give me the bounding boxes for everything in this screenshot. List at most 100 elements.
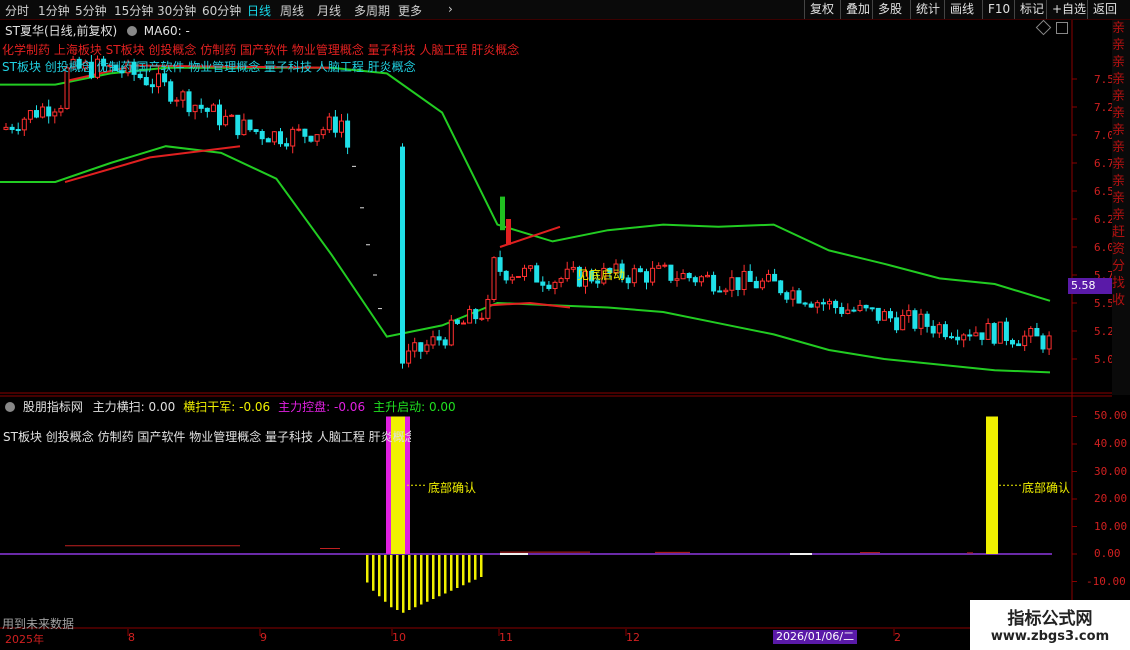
period-tab-1[interactable]: 1分钟 — [38, 2, 70, 19]
candle-body — [21, 118, 27, 131]
candle-body — [650, 267, 656, 283]
period-tab-4[interactable]: 30分钟 — [157, 2, 196, 19]
indicator-bar-negative — [480, 555, 483, 577]
candle-body — [156, 73, 161, 88]
candle-body — [674, 278, 680, 281]
candle-body — [186, 91, 192, 113]
toolbar-button-3[interactable]: 统计 — [910, 0, 945, 19]
candle-body — [802, 302, 808, 305]
date-tick: 8 — [128, 631, 135, 644]
candle-body — [985, 323, 991, 340]
candle-body — [863, 304, 869, 309]
more-arrow-icon[interactable]: › — [448, 2, 453, 16]
indicator-tick: 30.00 — [1094, 465, 1128, 478]
candle-body — [308, 135, 314, 142]
candle-body — [790, 290, 796, 300]
period-tab-2[interactable]: 5分钟 — [75, 2, 107, 19]
candle-body — [906, 310, 912, 317]
candle-body — [528, 265, 534, 269]
candle-body — [662, 264, 668, 267]
indicator-bar-negative — [390, 555, 393, 608]
chart-canvas[interactable] — [0, 0, 1130, 650]
candle-body — [766, 273, 771, 282]
candle-body — [967, 334, 973, 337]
indicator-bar-negative — [378, 555, 381, 597]
period-tab-9[interactable]: 多周期 — [354, 2, 390, 19]
bottom-confirm-bar-2 — [986, 416, 998, 554]
indicator-bar-negative — [402, 555, 405, 613]
period-tab-8[interactable]: 月线 — [317, 2, 341, 19]
signal-candle — [500, 196, 505, 231]
toolbar-button-5[interactable]: F10 — [982, 0, 1015, 19]
period-tab-3[interactable]: 15分钟 — [114, 2, 153, 19]
indicator-concepts: ST板块 创投概念 仿制药 国产软件 物业管理概念 量子科技 人脑工程 肝炎概念 — [3, 430, 411, 444]
candle-body — [845, 309, 851, 314]
candle-body — [314, 134, 320, 142]
dropdown-icon[interactable] — [126, 26, 137, 36]
candle-body — [955, 336, 961, 341]
candle-body — [949, 336, 954, 339]
candle-body — [759, 280, 765, 289]
concepts-cyan: ST板块 创投概念 仿制药 国产软件 物业管理概念 量子科技 人脑工程 肝炎概念 — [2, 60, 416, 74]
indicator-value-0: 主力横扫: 0.00 — [92, 400, 176, 414]
candle-body — [1046, 335, 1052, 350]
candle-body — [753, 280, 759, 289]
candle-body — [412, 342, 418, 352]
indicator-bar-negative — [462, 555, 465, 586]
toolbar-button-6[interactable]: 标记 — [1014, 0, 1049, 19]
indicator-bar-negative — [474, 555, 477, 580]
candle-body — [326, 116, 332, 131]
bottom-start-annotation: 见底启动 — [577, 268, 626, 282]
candle-body — [1028, 327, 1034, 337]
candle-body — [265, 138, 271, 143]
candle-body — [942, 324, 948, 338]
candle-body — [461, 322, 466, 325]
indicator-dropdown-icon[interactable] — [5, 402, 15, 412]
candle-body — [198, 104, 204, 109]
candle-body — [3, 126, 9, 130]
date-tick: 2 — [894, 631, 901, 644]
period-tab-0[interactable]: 分时 — [5, 2, 29, 19]
candle-body — [839, 307, 845, 314]
stock-title[interactable]: ST夏华(日线,前复权) — [5, 24, 117, 38]
candle-body — [552, 281, 558, 289]
candle-body — [229, 114, 235, 117]
candle-body — [259, 131, 265, 140]
period-tab-6[interactable]: 日线 — [247, 2, 271, 19]
indicator-bar-negative — [438, 555, 441, 597]
toolbar-button-4[interactable]: 画线 — [944, 0, 979, 19]
candle-body — [515, 275, 521, 278]
window-toggle-icon[interactable] — [1056, 22, 1068, 34]
candle-body — [711, 274, 717, 292]
toolbar-button-8[interactable]: 返回 — [1087, 0, 1122, 19]
toolbar-button-1[interactable]: 叠加 — [840, 0, 875, 19]
candle-body — [668, 264, 674, 281]
candle-body — [912, 310, 918, 329]
candle-body — [15, 129, 21, 132]
indicator-name[interactable]: 股朋指标网 — [23, 400, 83, 414]
candle-body — [479, 317, 485, 320]
candle-body — [778, 280, 784, 294]
date-tick: 2025年 — [5, 633, 44, 646]
period-tab-5[interactable]: 60分钟 — [202, 2, 241, 19]
candle-body — [924, 313, 930, 327]
bottom-confirm-annotation-2: 底部确认 — [1022, 481, 1071, 495]
candle-body — [442, 339, 448, 346]
toolbar-button-7[interactable]: +自选 — [1046, 0, 1091, 19]
period-tab-7[interactable]: 周线 — [280, 2, 304, 19]
toolbar-button-2[interactable]: 多股 — [872, 0, 907, 19]
candle-body — [210, 104, 216, 112]
candle-body — [40, 106, 46, 118]
candle-body — [625, 277, 631, 284]
candle-body — [332, 116, 338, 133]
candle-body — [900, 315, 906, 331]
site-watermark: 指标公式网 www.zbgs3.com — [970, 600, 1130, 650]
indicator-tick: 20.00 — [1094, 492, 1128, 505]
candle-body — [741, 270, 747, 290]
candle-body — [235, 114, 241, 136]
candle-body — [973, 332, 979, 337]
toolbar-button-0[interactable]: 复权 — [804, 0, 839, 19]
period-tab-10[interactable]: 更多 — [398, 2, 422, 19]
candle-body — [772, 273, 778, 282]
indicator-tick: 0.00 — [1094, 547, 1121, 560]
